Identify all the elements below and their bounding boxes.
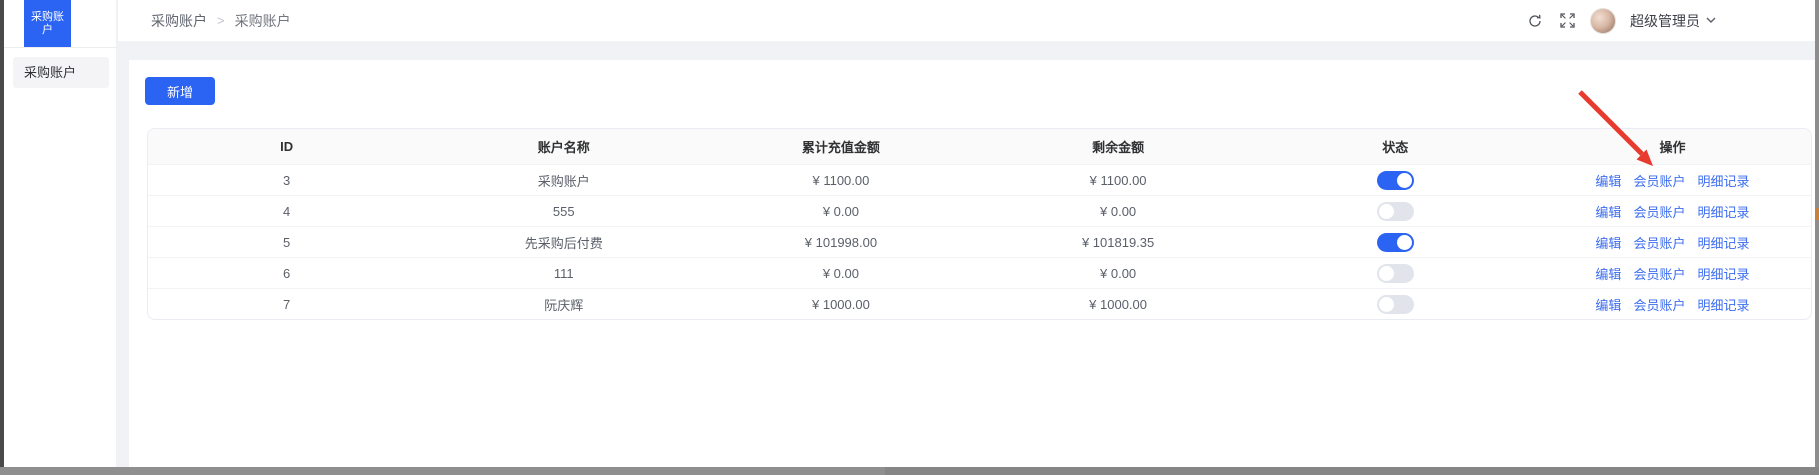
cell-actions: 编辑会员账户明细记录 [1534, 295, 1811, 314]
column-header-actions: 操作 [1534, 137, 1811, 156]
cell-status [1257, 233, 1534, 252]
status-toggle[interactable] [1377, 264, 1414, 283]
content-panel: 新增 ID 账户名称 累计充值金额 剩余金额 状态 操作 3 采购账户 ¥ 11… [129, 60, 1816, 467]
refresh-icon[interactable] [1526, 12, 1544, 30]
toggle-knob [1379, 266, 1394, 281]
scrollbar-marker [1815, 208, 1819, 220]
app-logo: 采购账户 [24, 0, 71, 47]
cell-recharge: ¥ 0.00 [702, 266, 979, 281]
fullscreen-icon[interactable] [1558, 12, 1576, 30]
table-row: 3 采购账户 ¥ 1100.00 ¥ 1100.00 编辑会员账户明细记录 [148, 164, 1811, 195]
breadcrumb: 采购账户 > 采购账户 [151, 11, 291, 31]
content-area: 新增 ID 账户名称 累计充值金额 剩余金额 状态 操作 3 采购账户 ¥ 11… [117, 42, 1816, 467]
sidebar: 采购账户 采购账户 [4, 0, 117, 467]
table-row: 5 先采购后付费 ¥ 101998.00 ¥ 101819.35 编辑会员账户明… [148, 226, 1811, 257]
cell-status [1257, 295, 1534, 314]
action-edit-link[interactable]: 编辑 [1595, 233, 1621, 252]
breadcrumb-separator: > [217, 13, 225, 28]
action-member-account-link[interactable]: 会员账户 [1633, 171, 1685, 190]
status-toggle[interactable] [1377, 233, 1414, 252]
action-detail-record-link[interactable]: 明细记录 [1697, 295, 1749, 314]
action-edit-link[interactable]: 编辑 [1595, 295, 1621, 314]
accounts-table: ID 账户名称 累计充值金额 剩余金额 状态 操作 3 采购账户 ¥ 1100.… [147, 128, 1812, 320]
toggle-knob [1397, 173, 1412, 188]
chevron-down-icon [1706, 17, 1716, 24]
breadcrumb-item[interactable]: 采购账户 [151, 11, 207, 31]
cell-name: 采购账户 [425, 171, 702, 190]
cell-status [1257, 264, 1534, 283]
action-member-account-link[interactable]: 会员账户 [1633, 295, 1685, 314]
cell-actions: 编辑会员账户明细记录 [1534, 233, 1811, 252]
action-member-account-link[interactable]: 会员账户 [1633, 233, 1685, 252]
column-header-balance: 剩余金额 [980, 137, 1257, 156]
cell-name: 555 [425, 204, 702, 219]
cell-name: 阮庆辉 [425, 295, 702, 314]
topbar-right: 超级管理员 [1526, 8, 1716, 34]
window-border-bottom [0, 467, 1819, 475]
sidebar-item-label: 采购账户 [24, 65, 76, 80]
sidebar-divider [4, 47, 117, 48]
cell-id: 5 [148, 235, 425, 250]
cell-recharge: ¥ 1000.00 [702, 297, 979, 312]
status-toggle[interactable] [1377, 171, 1414, 190]
column-header-recharge: 累计充值金额 [702, 137, 979, 156]
cell-id: 6 [148, 266, 425, 281]
cell-balance: ¥ 1100.00 [980, 173, 1257, 188]
status-toggle[interactable] [1377, 295, 1414, 314]
window-border-left [0, 0, 4, 475]
cell-actions: 编辑会员账户明细记录 [1534, 202, 1811, 221]
cell-balance: ¥ 0.00 [980, 266, 1257, 281]
user-menu[interactable]: 超级管理员 [1630, 11, 1716, 31]
cell-balance: ¥ 0.00 [980, 204, 1257, 219]
cell-recharge: ¥ 0.00 [702, 204, 979, 219]
topbar: 采购账户 > 采购账户 超级管理员 [117, 0, 1816, 42]
action-edit-link[interactable]: 编辑 [1595, 202, 1621, 221]
breadcrumb-item-current: 采购账户 [235, 11, 291, 31]
toggle-knob [1379, 297, 1394, 312]
cell-name: 先采购后付费 [425, 233, 702, 252]
user-name-label: 超级管理员 [1630, 11, 1700, 31]
table-row: 4 555 ¥ 0.00 ¥ 0.00 编辑会员账户明细记录 [148, 195, 1811, 226]
cell-recharge: ¥ 1100.00 [702, 173, 979, 188]
cell-balance: ¥ 101819.35 [980, 235, 1257, 250]
table-header-row: ID 账户名称 累计充值金额 剩余金额 状态 操作 [148, 129, 1811, 164]
cell-recharge: ¥ 101998.00 [702, 235, 979, 250]
toggle-knob [1397, 235, 1412, 250]
table-body: 3 采购账户 ¥ 1100.00 ¥ 1100.00 编辑会员账户明细记录 4 … [148, 164, 1811, 319]
cell-id: 7 [148, 297, 425, 312]
column-header-name: 账户名称 [425, 137, 702, 156]
column-header-id: ID [148, 139, 425, 154]
add-button[interactable]: 新增 [145, 77, 215, 105]
cell-id: 3 [148, 173, 425, 188]
cell-name: 111 [425, 266, 702, 281]
action-member-account-link[interactable]: 会员账户 [1633, 264, 1685, 283]
status-toggle[interactable] [1377, 202, 1414, 221]
cell-actions: 编辑会员账户明细记录 [1534, 171, 1811, 190]
table-row: 7 阮庆辉 ¥ 1000.00 ¥ 1000.00 编辑会员账户明细记录 [148, 288, 1811, 319]
toggle-knob [1379, 204, 1394, 219]
window-border-right [1815, 0, 1819, 475]
action-detail-record-link[interactable]: 明细记录 [1697, 202, 1749, 221]
action-detail-record-link[interactable]: 明细记录 [1697, 264, 1749, 283]
action-detail-record-link[interactable]: 明细记录 [1697, 233, 1749, 252]
cell-status [1257, 202, 1534, 221]
sidebar-item-purchase-account[interactable]: 采购账户 [13, 57, 109, 88]
cell-actions: 编辑会员账户明细记录 [1534, 264, 1811, 283]
app-window: 采购账户 采购账户 采购账户 > 采购账户 超级管理员 [0, 0, 1819, 475]
action-member-account-link[interactable]: 会员账户 [1633, 202, 1685, 221]
action-detail-record-link[interactable]: 明细记录 [1697, 171, 1749, 190]
action-edit-link[interactable]: 编辑 [1595, 264, 1621, 283]
user-avatar[interactable] [1590, 8, 1616, 34]
column-header-status: 状态 [1257, 137, 1534, 156]
cell-status [1257, 171, 1534, 190]
table-row: 6 111 ¥ 0.00 ¥ 0.00 编辑会员账户明细记录 [148, 257, 1811, 288]
cell-balance: ¥ 1000.00 [980, 297, 1257, 312]
action-edit-link[interactable]: 编辑 [1595, 171, 1621, 190]
cell-id: 4 [148, 204, 425, 219]
